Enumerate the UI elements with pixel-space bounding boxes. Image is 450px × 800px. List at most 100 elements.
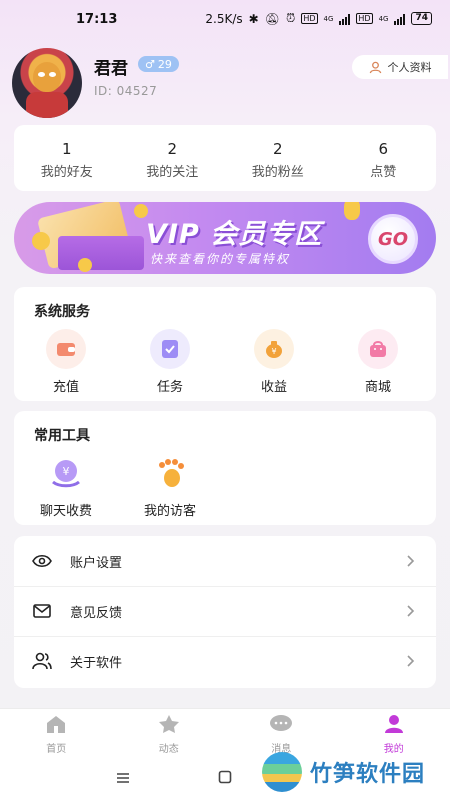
avatar-eye — [49, 72, 56, 77]
signal-icon-2 — [394, 13, 406, 25]
tool-label: 我的访客 — [143, 504, 196, 519]
mute-icon: 🔕︎ — [264, 11, 280, 26]
stat-label: 我的好友 — [40, 165, 93, 180]
section-title: 常用工具 — [34, 428, 90, 444]
stat-label: 点赞 — [370, 165, 397, 180]
stat-value: 2 — [272, 140, 283, 158]
tab-home[interactable]: 首页 — [0, 709, 113, 756]
tab-me[interactable]: 我的 — [338, 709, 450, 756]
service-shop[interactable]: 商城 — [338, 329, 418, 395]
gender-age-badge: ♂ 29 — [138, 56, 179, 72]
chat-fee-icon: ¥ — [46, 453, 86, 493]
mail-icon — [32, 601, 52, 621]
watermark: 竹笋软件园 — [262, 752, 425, 792]
stat-following[interactable]: 2 我的关注 — [120, 125, 226, 191]
tool-label: 聊天收费 — [39, 504, 92, 519]
stat-friends[interactable]: 1 我的好友 — [14, 125, 120, 191]
settings-row-label: 意见反馈 — [70, 605, 123, 621]
bottom-tab-bar: 首页 动态 消息 我的 — [0, 708, 450, 756]
age-value: 29 — [157, 57, 172, 71]
svg-text:¥: ¥ — [271, 347, 276, 356]
stat-likes[interactable]: 6 点赞 — [331, 125, 437, 191]
user-id: ID: 04527 — [94, 84, 158, 98]
chevron-right-icon — [407, 605, 415, 617]
status-time: 17:13 — [76, 12, 118, 27]
service-label: 收益 — [260, 380, 287, 395]
users-icon — [32, 651, 52, 671]
profile-button-label: 个人资料 — [387, 61, 432, 74]
stat-fans[interactable]: 2 我的粉丝 — [225, 125, 331, 191]
vip-subtitle: 快来查看你的专属特权 — [150, 252, 291, 266]
stat-value: 1 — [61, 140, 72, 158]
tab-label: 动态 — [158, 744, 179, 755]
service-label: 任务 — [156, 380, 183, 395]
section-title: 系统服务 — [34, 304, 90, 320]
male-icon: ♂ — [145, 57, 155, 71]
network-type-2: 4G — [378, 14, 389, 23]
settings-row-label: 关于软件 — [70, 655, 123, 671]
home-square-icon[interactable] — [218, 770, 232, 784]
vip-banner[interactable]: VIP 会员专区 快来查看你的专属特权 GO — [14, 202, 436, 274]
tools-card: 常用工具 ¥ 聊天收费 我的访客 — [14, 411, 436, 525]
home-icon — [47, 716, 66, 733]
settings-row-account[interactable]: 账户设置 — [14, 536, 436, 586]
stats-card: 1 我的好友 2 我的关注 2 我的粉丝 6 点赞 — [14, 125, 436, 191]
tab-messages[interactable]: 消息 — [225, 709, 338, 756]
service-task[interactable]: 任务 — [130, 329, 210, 395]
footprint-icon — [150, 453, 190, 493]
battery-indicator: 74 — [411, 12, 432, 25]
status-indicators: 2.5K/s ✱ 🔕︎ ⏰︎ HD 4G HD 4G 74 — [205, 11, 432, 26]
system-services-card: 系统服务 充值 任务 ¥ 收益 商城 — [14, 287, 436, 401]
person-icon — [369, 61, 381, 73]
vip-box-graphic — [58, 236, 144, 270]
vip-title: VIP 会员专区 — [146, 219, 323, 250]
service-recharge[interactable]: 充值 — [26, 329, 106, 395]
vip-go-button[interactable]: GO — [368, 214, 418, 264]
tool-visitors[interactable]: 我的访客 — [130, 453, 210, 519]
watermark-text: 竹笋软件园 — [310, 762, 426, 787]
network-speed: 2.5K/s — [205, 11, 243, 26]
chevron-right-icon — [407, 555, 415, 567]
user-name: 君君 — [94, 59, 128, 79]
menu-icon[interactable] — [116, 772, 130, 784]
tab-label: 首页 — [46, 744, 67, 755]
message-icon — [270, 715, 293, 731]
money-bag-icon: ¥ — [254, 329, 294, 369]
stat-value: 2 — [167, 140, 178, 158]
hd-icon: HD — [301, 13, 318, 24]
service-label: 充值 — [52, 380, 79, 395]
status-bar: 17:13 2.5K/s ✱ 🔕︎ ⏰︎ HD 4G HD 4G 74 — [0, 0, 450, 40]
star-icon — [158, 715, 179, 733]
coin-graphic — [344, 202, 360, 220]
user-icon — [384, 715, 403, 733]
coin-graphic — [78, 258, 92, 272]
alarm-icon: ⏰︎ — [285, 11, 296, 25]
stat-value: 6 — [378, 140, 389, 158]
eye-icon — [32, 551, 52, 571]
coin-graphic — [32, 232, 50, 250]
profile-button[interactable]: 个人资料 — [352, 55, 448, 79]
svg-text:¥: ¥ — [63, 465, 70, 478]
service-label: 商城 — [364, 380, 391, 395]
tool-chat-fee[interactable]: ¥ 聊天收费 — [26, 453, 106, 519]
settings-row-label: 账户设置 — [70, 555, 123, 571]
tab-moments[interactable]: 动态 — [113, 709, 226, 756]
wallet-icon — [46, 329, 86, 369]
network-type-1: 4G — [323, 14, 334, 23]
settings-list: 账户设置 意见反馈 关于软件 — [14, 536, 436, 688]
avatar[interactable] — [12, 48, 82, 118]
shop-icon — [358, 329, 398, 369]
settings-row-feedback[interactable]: 意见反馈 — [14, 586, 436, 636]
hd-icon-2: HD — [356, 13, 373, 24]
signal-icon — [339, 13, 351, 25]
stat-label: 我的关注 — [146, 165, 199, 180]
avatar-eye — [38, 72, 45, 77]
settings-row-about[interactable]: 关于软件 — [14, 636, 436, 686]
bluetooth-icon: ✱ — [248, 11, 259, 26]
task-icon — [150, 329, 190, 369]
service-income[interactable]: ¥ 收益 — [234, 329, 314, 395]
chevron-right-icon — [407, 655, 415, 667]
watermark-logo-icon — [262, 752, 302, 792]
stat-label: 我的粉丝 — [251, 165, 304, 180]
avatar-face — [33, 62, 61, 92]
